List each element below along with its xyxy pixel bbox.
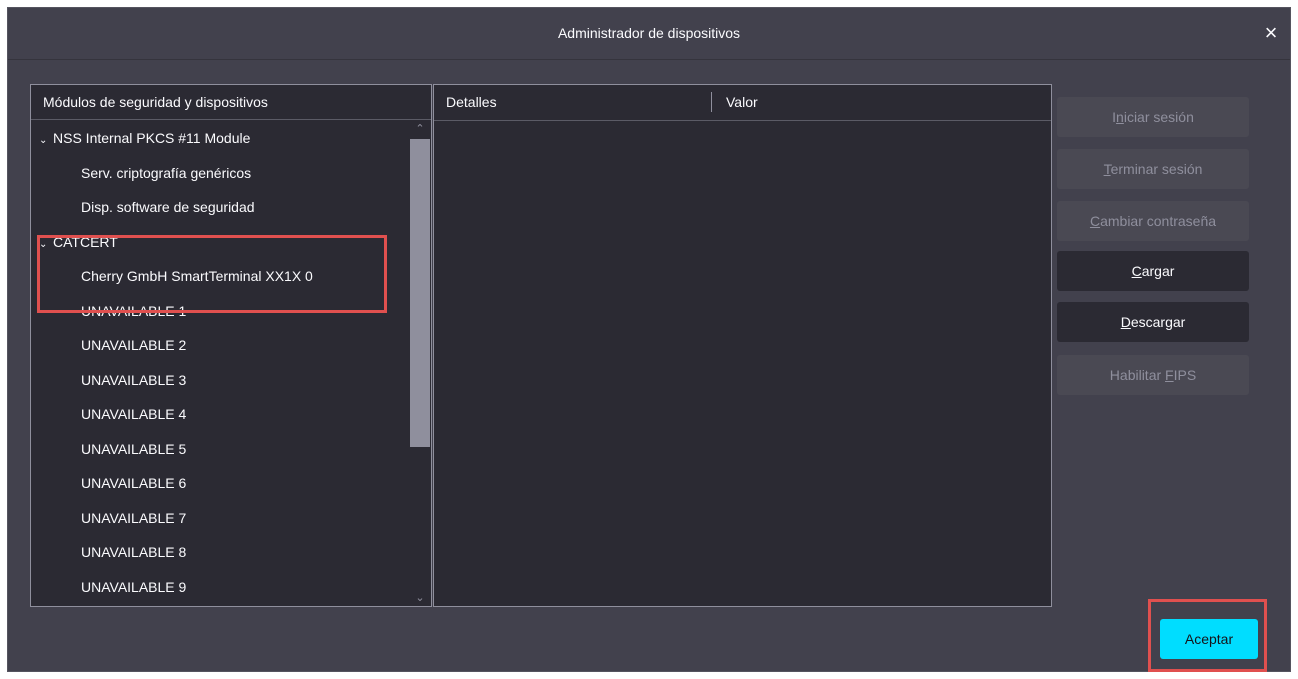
tree-column-header[interactable]: Módulos de seguridad y dispositivos [31,85,431,120]
button-accesskey: C [1131,263,1142,279]
tree-row-device[interactable]: UNAVAILABLE 3 [31,363,409,398]
tree-row-label: UNAVAILABLE 4 [81,406,187,422]
tree-row-device[interactable]: UNAVAILABLE 2 [31,328,409,363]
tree-row-label: UNAVAILABLE 6 [81,475,187,491]
tree-row-label: NSS Internal PKCS #11 Module [53,130,251,146]
close-icon[interactable]: × [1256,18,1286,48]
unload-button[interactable]: Descargar [1057,302,1249,342]
accept-button[interactable]: Aceptar [1160,619,1258,659]
tree-row-device[interactable]: UNAVAILABLE 4 [31,397,409,432]
button-label: argar [1141,263,1175,279]
button-accesskey: F [1165,367,1174,383]
tree-row-label: UNAVAILABLE 5 [81,440,187,457]
tree-row-label: UNAVAILABLE 3 [81,371,187,388]
button-label: Habilitar [1109,367,1166,383]
button-accesskey: D [1120,314,1131,330]
tree-row-device[interactable]: UNAVAILABLE 6 [31,466,409,501]
dialog-title: Administrador de dispositivos [557,25,741,41]
tree-row-device[interactable]: UNAVAILABLE 7 [31,501,409,536]
tree-rows: ⌄ NSS Internal PKCS #11 Module Serv. crip… [31,121,409,604]
tree-row-label: UNAVAILABLE 8 [81,544,187,560]
details-header: Detalles Valor [434,85,1051,121]
change-password-button[interactable]: Cambiar contraseña [1057,201,1249,241]
chevron-down-icon[interactable]: ⌄ [39,228,49,263]
tree-row-device[interactable]: UNAVAILABLE 9 [31,570,409,605]
button-accesskey: C [1089,213,1101,229]
tree-row-device[interactable]: Cherry GmbH SmartTerminal XX1X 0 [31,259,409,294]
tree-row-label: UNAVAILABLE 2 [81,337,187,353]
column-divider[interactable] [711,92,712,112]
tree-row-label: UNAVAILABLE 7 [81,509,187,526]
logout-button[interactable]: Terminar sesión [1057,149,1249,189]
tree-row-label: UNAVAILABLE 1 [81,302,187,319]
chevron-down-icon[interactable]: ⌄ [409,590,431,606]
titlebar: Administrador de dispositivos × [8,8,1290,60]
tree-scrollbar[interactable]: ⌃ ⌄ [409,121,431,606]
button-accesskey: T [1103,161,1111,177]
tree-row-device[interactable]: UNAVAILABLE 1 [31,294,409,329]
tree-row-device[interactable]: Serv. criptografía genéricos [31,156,409,191]
button-label: iciar sesión [1123,109,1194,125]
tree-row-label: Cherry GmbH SmartTerminal XX1X 0 [81,268,313,284]
tree-row-label: CATCERT [53,233,118,250]
tree-row-label: Serv. criptografía genéricos [81,164,252,181]
chevron-up-icon[interactable]: ⌃ [409,121,431,137]
tree-row-label: Disp. software de seguridad [81,199,255,215]
tree-row-module[interactable]: ⌄ NSS Internal PKCS #11 Module [31,121,409,156]
button-label: ambiar contraseña [1100,213,1217,229]
tree-row-device[interactable]: Disp. software de seguridad [31,190,409,225]
column-header-details[interactable]: Detalles [446,85,497,120]
button-label: escargar [1130,314,1186,330]
tree-row-module[interactable]: ⌄ CATCERT [31,225,409,260]
security-modules-tree[interactable]: Módulos de seguridad y dispositivos ⌄ NSS… [30,84,432,607]
login-button[interactable]: Iniciar sesión [1057,97,1249,137]
enable-fips-button[interactable]: Habilitar FIPS [1057,355,1249,395]
button-label: IPS [1173,367,1197,383]
scrollbar-thumb[interactable] [410,139,430,447]
column-header-value[interactable]: Valor [726,85,758,120]
chevron-down-icon[interactable]: ⌄ [39,124,49,159]
load-button[interactable]: Cargar [1057,251,1249,291]
button-accesskey: n [1116,109,1124,125]
tree-row-device[interactable]: UNAVAILABLE 5 [31,432,409,467]
details-table: Detalles Valor [433,84,1052,607]
tree-row-label: UNAVAILABLE 9 [81,578,187,595]
tree-row-device[interactable]: UNAVAILABLE 8 [31,535,409,570]
button-label: erminar sesión [1110,161,1203,177]
